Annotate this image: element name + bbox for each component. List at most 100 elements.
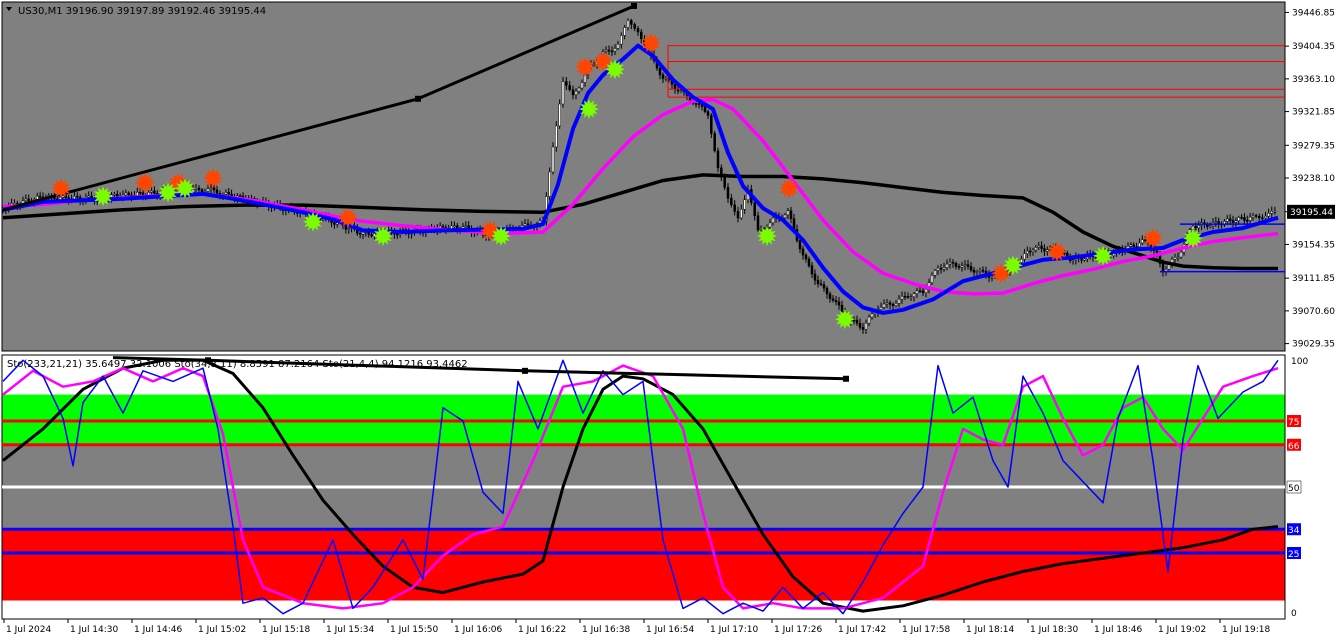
candle-body [723, 177, 726, 188]
candle-body [1237, 217, 1240, 221]
candle-body [816, 280, 820, 284]
candle-body [786, 210, 790, 216]
price-tick-label: 39029.35 [1292, 340, 1335, 350]
candle-body [864, 322, 868, 330]
candle-body [640, 31, 643, 40]
candle-body [807, 258, 811, 267]
candle-body [912, 293, 916, 298]
candle-body [736, 211, 740, 219]
candle-body [1031, 249, 1035, 252]
candle-body [1026, 250, 1029, 254]
candle-body [697, 103, 701, 105]
candle-body [13, 203, 16, 205]
candle-body [783, 214, 787, 218]
candle-body [936, 267, 940, 271]
candle-body [756, 215, 760, 230]
candle-body [200, 189, 204, 193]
time-tick-label: 1 Jul 14:30 [70, 625, 119, 635]
candle-body [915, 290, 919, 294]
candle-body [1141, 239, 1144, 244]
candle-body [333, 222, 336, 225]
candle-body [831, 298, 835, 301]
price-tick-label: 39404.35 [1292, 42, 1335, 52]
time-tick-label: 1 Jul 18:14 [966, 625, 1015, 635]
candle-body [813, 273, 817, 281]
indicator-max-label: 100 [1291, 357, 1308, 367]
trading-chart[interactable]: 39446.85 39404.35 39363.10 39321.85 39279.35… [0, 0, 1338, 640]
candle-body [558, 103, 561, 127]
candle-body [523, 223, 527, 226]
candle-body [855, 319, 859, 324]
candle-body [616, 43, 620, 49]
candle-body [1179, 251, 1183, 258]
candle-body [1228, 218, 1232, 221]
candle-body [464, 225, 468, 228]
candle-body [730, 198, 733, 205]
candle-body [894, 303, 898, 306]
candle-body [215, 189, 219, 194]
candle-body [918, 290, 922, 293]
candle-body [713, 133, 716, 152]
time-tick-label: 1 Jul 17:26 [774, 625, 823, 635]
candle-body [903, 296, 907, 298]
candle-body [810, 265, 814, 275]
stochastic-zone [2, 600, 1285, 619]
candle-body [658, 67, 662, 76]
candle-body [24, 198, 28, 201]
time-tick-label: 1 Jul 18:30 [1030, 625, 1079, 635]
candle-body [740, 209, 743, 219]
candle-body [153, 190, 156, 194]
time-tick-label: 1 Jul 16:54 [646, 625, 695, 635]
candle-body [358, 232, 362, 235]
candle-body [888, 302, 892, 305]
candle-body [957, 266, 961, 268]
price-panel-background [1, 1, 1286, 352]
time-tick-label: 1 Jul 17:58 [902, 625, 951, 635]
time-tick-label: 1 Jul 15:02 [198, 625, 246, 635]
level-label: 66 [1288, 442, 1300, 452]
candle-body [1023, 253, 1026, 260]
candle-body [710, 115, 713, 134]
trend-line-anchor [631, 2, 637, 9]
trend-line-anchor [415, 95, 421, 102]
candle-body [620, 35, 623, 45]
candle-body [238, 195, 242, 198]
candle-body [1046, 249, 1049, 252]
candle-body [703, 106, 707, 112]
price-tick-label: 39321.85 [1292, 108, 1335, 118]
candle-body [733, 204, 736, 212]
candle-body [801, 248, 805, 256]
level-label: 50 [1288, 484, 1300, 494]
candle-body [789, 210, 793, 219]
level-label: 75 [1288, 418, 1299, 428]
candle-body [38, 195, 42, 198]
candle-body [945, 263, 949, 268]
time-tick-label: 1 Jul 15:18 [262, 625, 311, 635]
candle-body [1246, 220, 1249, 222]
candle-body [664, 77, 668, 80]
candle-body [1267, 213, 1270, 217]
price-tick-label: 39111.85 [1292, 274, 1335, 284]
candle-body [837, 301, 841, 306]
candle-body [1143, 239, 1147, 242]
candle-body [939, 267, 943, 270]
candle-body [867, 316, 871, 324]
candle-body [636, 28, 640, 33]
time-tick-label: 1 Jul 19:18 [1222, 625, 1271, 635]
time-tick-label: 1 Jul 2024 [6, 625, 51, 635]
candle-body [661, 74, 665, 79]
candle-body [370, 234, 373, 237]
candle-body [942, 267, 946, 270]
candle-body [206, 188, 210, 192]
candle-body [1173, 257, 1177, 260]
candle-body [900, 296, 904, 300]
time-tick-label: 1 Jul 17:10 [710, 625, 759, 635]
candle-body [571, 89, 575, 96]
candle-body [36, 195, 39, 200]
candle-body [840, 304, 844, 312]
candle-body [885, 302, 889, 305]
candle-body [882, 303, 886, 308]
candle-body [972, 269, 976, 273]
candle-body [954, 262, 958, 267]
candle-body [224, 192, 228, 195]
